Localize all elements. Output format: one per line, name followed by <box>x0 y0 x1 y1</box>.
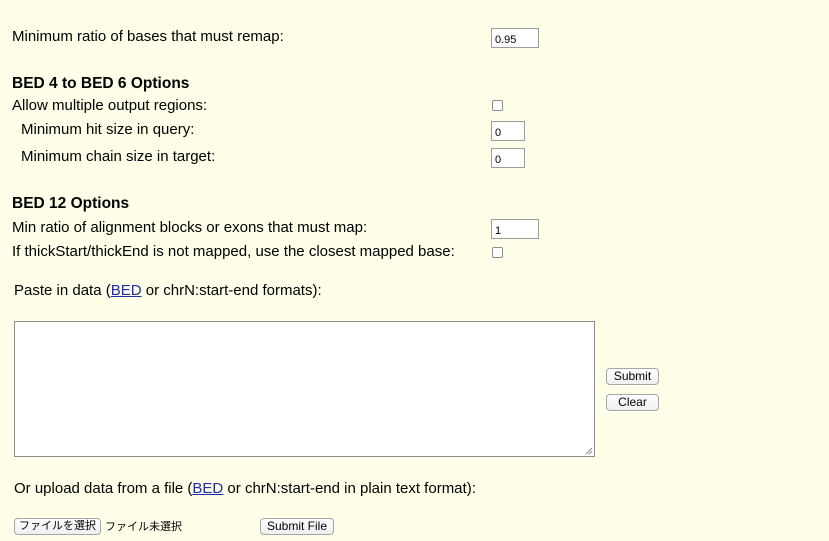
bed4-options-heading: BED 4 to BED 6 Options <box>12 75 190 92</box>
min-chain-size-label: Minimum chain size in target: <box>21 148 216 165</box>
choose-file-button[interactable]: ファイルを選択 <box>14 518 101 535</box>
submit-file-button[interactable]: Submit File <box>260 518 334 535</box>
min-ratio-label: Minimum ratio of bases that must remap: <box>12 28 284 45</box>
paste-data-suffix: or chrN:start-end formats): <box>141 282 322 299</box>
min-ratio-blocks-input[interactable] <box>491 219 539 239</box>
allow-multiple-label: Allow multiple output regions: <box>12 97 208 114</box>
min-hit-size-input[interactable] <box>491 121 525 141</box>
paste-data-prefix: Paste in data ( <box>14 282 111 299</box>
paste-data-label: Paste in data (BED or chrN:start-end for… <box>14 282 322 300</box>
thick-closest-label: If thickStart/thickEnd is not mapped, us… <box>12 243 455 260</box>
submit-button[interactable]: Submit <box>606 368 659 385</box>
resize-grip-icon[interactable] <box>585 447 593 455</box>
paste-bed-link[interactable]: BED <box>111 282 142 299</box>
upload-bed-link[interactable]: BED <box>192 480 223 497</box>
min-ratio-blocks-label: Min ratio of alignment blocks or exons t… <box>12 219 368 236</box>
thick-closest-checkbox[interactable] <box>492 247 503 258</box>
no-file-selected-text: ファイル未選択 <box>105 521 182 533</box>
upload-data-suffix: or chrN:start-end in plain text format): <box>223 480 476 497</box>
min-hit-size-label: Minimum hit size in query: <box>21 121 195 138</box>
upload-data-label: Or upload data from a file (BED or chrN:… <box>14 480 476 498</box>
bed12-options-heading: BED 12 Options <box>12 195 130 212</box>
upload-data-prefix: Or upload data from a file ( <box>14 480 193 497</box>
min-ratio-input[interactable] <box>491 28 539 48</box>
clear-button[interactable]: Clear <box>606 394 659 411</box>
min-chain-size-input[interactable] <box>491 148 525 168</box>
paste-data-textarea[interactable] <box>14 321 595 457</box>
allow-multiple-checkbox[interactable] <box>492 100 503 111</box>
